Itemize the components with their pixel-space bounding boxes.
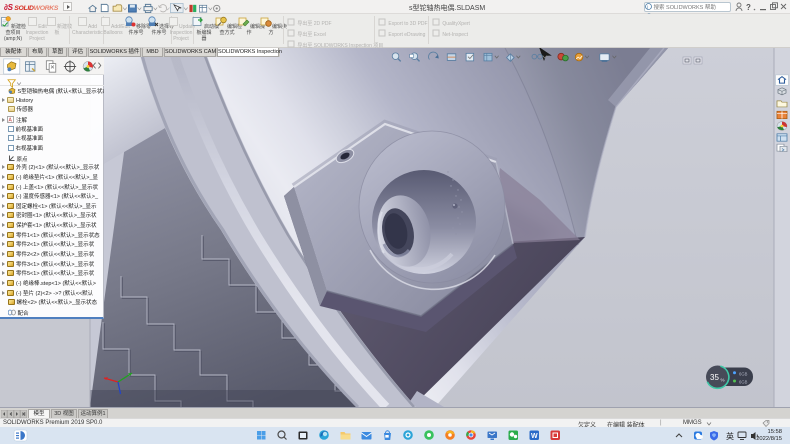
svg-text:6GB: 6GB <box>739 372 748 377</box>
svg-text:%: % <box>721 378 725 383</box>
svg-text:?: ? <box>746 3 751 12</box>
svg-text:W: W <box>531 433 538 440</box>
svg-text:英: 英 <box>726 431 734 441</box>
svg-text:35: 35 <box>710 373 719 382</box>
svg-text:i: i <box>647 5 648 10</box>
svg-text:6GB: 6GB <box>739 380 748 385</box>
